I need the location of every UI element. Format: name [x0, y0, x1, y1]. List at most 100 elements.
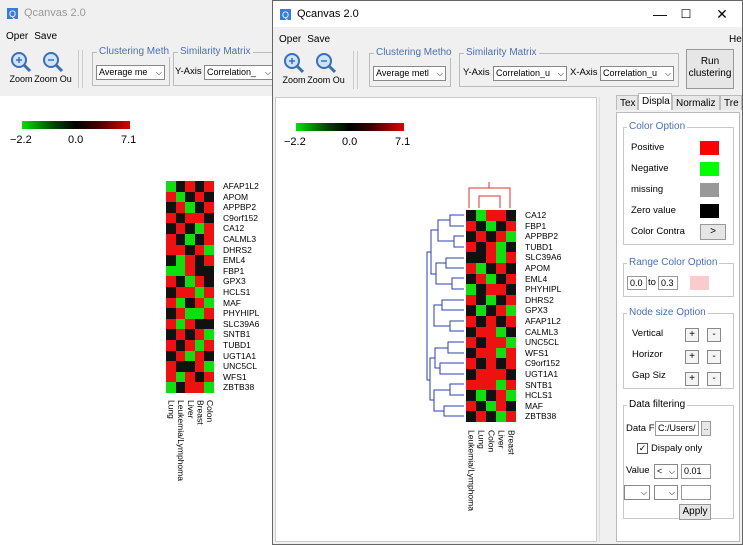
- column-label: Lung: [476, 430, 487, 449]
- heatmap-cell: [175, 329, 186, 340]
- horizontal-label: Horizor: [632, 349, 663, 360]
- vertical-increase-button[interactable]: +: [685, 328, 699, 342]
- filter-select-1[interactable]: ⌵: [624, 485, 650, 500]
- front-heatmap: [466, 210, 516, 422]
- front-window-title: Qcanvas 2.0: [297, 8, 359, 20]
- browse-file-button[interactable]: ..: [701, 421, 711, 436]
- front-window: Q Qcanvas 2.0 — ☐ ✕ Oper Save Help Zoom …: [272, 0, 743, 545]
- gene-label: PHYHIPL: [223, 308, 260, 319]
- heatmap-cell: [194, 191, 205, 203]
- chevron-down-icon: ⌵: [640, 488, 647, 497]
- heatmap-cell: [506, 284, 516, 295]
- tab-display[interactable]: Displa: [638, 93, 672, 110]
- heatmap-cell: [476, 326, 486, 338]
- data-filtering-title: Data filtering: [627, 399, 688, 410]
- heatmap-cell: [185, 350, 195, 362]
- range-from-input[interactable]: 0.0: [627, 276, 647, 290]
- gene-label: CA12: [223, 223, 245, 234]
- node-size-title: Node size Option: [627, 307, 708, 318]
- apply-button[interactable]: Apply: [679, 504, 711, 520]
- tab-tree[interactable]: Tre: [720, 95, 742, 110]
- clustering-method-select[interactable]: Average metl ⌵: [373, 66, 446, 81]
- filter-select-2[interactable]: ⌵: [654, 485, 678, 500]
- heatmap-cell: [194, 361, 205, 372]
- heatmap-cell: [204, 371, 214, 383]
- heatmap-cell: [166, 350, 176, 362]
- zoom-out-button[interactable]: Zoom Ou: [34, 48, 72, 90]
- menu-save[interactable]: Save: [34, 31, 57, 42]
- menu-open[interactable]: Oper: [6, 31, 28, 42]
- vertical-decrease-button[interactable]: -: [707, 328, 721, 342]
- run-clustering-button[interactable]: Run clustering: [686, 49, 734, 89]
- heatmap-cell: [204, 308, 214, 319]
- tab-normalize[interactable]: Normaliz: [672, 95, 720, 110]
- heatmap-cell: [496, 263, 506, 274]
- gap-decrease-button[interactable]: -: [707, 372, 721, 386]
- positive-color-swatch[interactable]: [700, 141, 719, 155]
- heatmap-cell: [476, 210, 486, 221]
- menu-save[interactable]: Save: [307, 34, 330, 45]
- data-filtering-group: Data filtering Data File C:/Users/ .. ✓ …: [623, 399, 734, 520]
- gene-label: ZBTB38: [223, 382, 255, 393]
- heatmap-cell: [486, 284, 496, 295]
- heatmap-cell: [166, 181, 176, 192]
- heatmap-cell: [476, 273, 486, 285]
- gene-label: ZBTB38: [525, 411, 557, 422]
- legend-min: −2.2: [284, 136, 306, 148]
- display-only-checkbox[interactable]: ✓: [637, 443, 648, 454]
- heatmap-cell: [185, 181, 195, 192]
- heatmap-cell: [194, 350, 205, 362]
- heatmap-cell: [185, 382, 195, 393]
- heatmap-cell: [506, 316, 516, 327]
- heatmap-cell: [175, 318, 186, 330]
- horizontal-increase-button[interactable]: +: [685, 350, 699, 364]
- zoom-out-button[interactable]: Zoom Ou: [307, 49, 345, 91]
- heatmap-cell: [166, 318, 176, 330]
- x-axis-select[interactable]: Correlation_u ⌵: [600, 66, 674, 81]
- menu-open[interactable]: Oper: [279, 34, 301, 45]
- svg-text:Q: Q: [9, 9, 16, 19]
- zero-value-label: Zero value: [631, 205, 676, 216]
- chevron-down-icon: ⌵: [668, 488, 675, 497]
- gene-label: HCLS1: [223, 286, 251, 297]
- range-color-group: Range Color Option 0.0 to 0.3: [623, 257, 734, 297]
- heatmap-cell: [496, 220, 506, 232]
- heatmap-cell: [496, 316, 506, 327]
- heatmap-cell: [506, 337, 516, 348]
- negative-color-swatch[interactable]: [700, 162, 719, 176]
- menu-help[interactable]: Help: [729, 34, 742, 45]
- heatmap-cell: [185, 265, 195, 277]
- close-button[interactable]: ✕: [699, 1, 742, 27]
- threshold-input[interactable]: 0.01: [681, 464, 711, 479]
- tab-text[interactable]: Tex: [616, 95, 638, 110]
- horizontal-decrease-button[interactable]: -: [707, 350, 721, 364]
- clustering-method-group: Clustering Meth Average me ⌵: [92, 46, 172, 86]
- heatmap-cell: [476, 411, 486, 422]
- heatmap-cell: [476, 263, 486, 274]
- heatmap-cell: [185, 329, 195, 340]
- color-contrast-button[interactable]: >: [700, 224, 726, 240]
- heatmap-cell: [166, 361, 176, 372]
- missing-color-swatch[interactable]: [700, 183, 719, 197]
- heatmap-cell: [496, 241, 506, 253]
- y-axis-select[interactable]: Correlation_u ⌵: [493, 66, 567, 81]
- heatmap-cell: [496, 379, 506, 391]
- heatmap-cell: [194, 265, 205, 277]
- clustering-method-select[interactable]: Average me ⌵: [96, 65, 165, 80]
- operator-select[interactable]: < ⌵: [654, 464, 678, 479]
- y-axis-select[interactable]: Correlation_ ⌵: [204, 65, 274, 80]
- canvas-vertical-scrollbar[interactable]: [599, 97, 612, 542]
- zero-color-swatch[interactable]: [700, 204, 719, 218]
- gene-label: UNC5CL: [223, 361, 258, 372]
- gap-increase-button[interactable]: +: [685, 372, 699, 386]
- heatmap-cell: [166, 287, 176, 298]
- gene-label: EML4: [223, 255, 246, 266]
- heatmap-cell: [506, 379, 516, 391]
- range-to-input[interactable]: 0.3: [658, 276, 678, 290]
- range-color-swatch[interactable]: [690, 276, 709, 290]
- heatmap-cell: [496, 252, 506, 263]
- data-file-input[interactable]: C:/Users/: [655, 421, 699, 436]
- filter-input-2[interactable]: [681, 485, 711, 500]
- heatmap-cell: [185, 287, 195, 298]
- heatmap-cell: [506, 326, 516, 338]
